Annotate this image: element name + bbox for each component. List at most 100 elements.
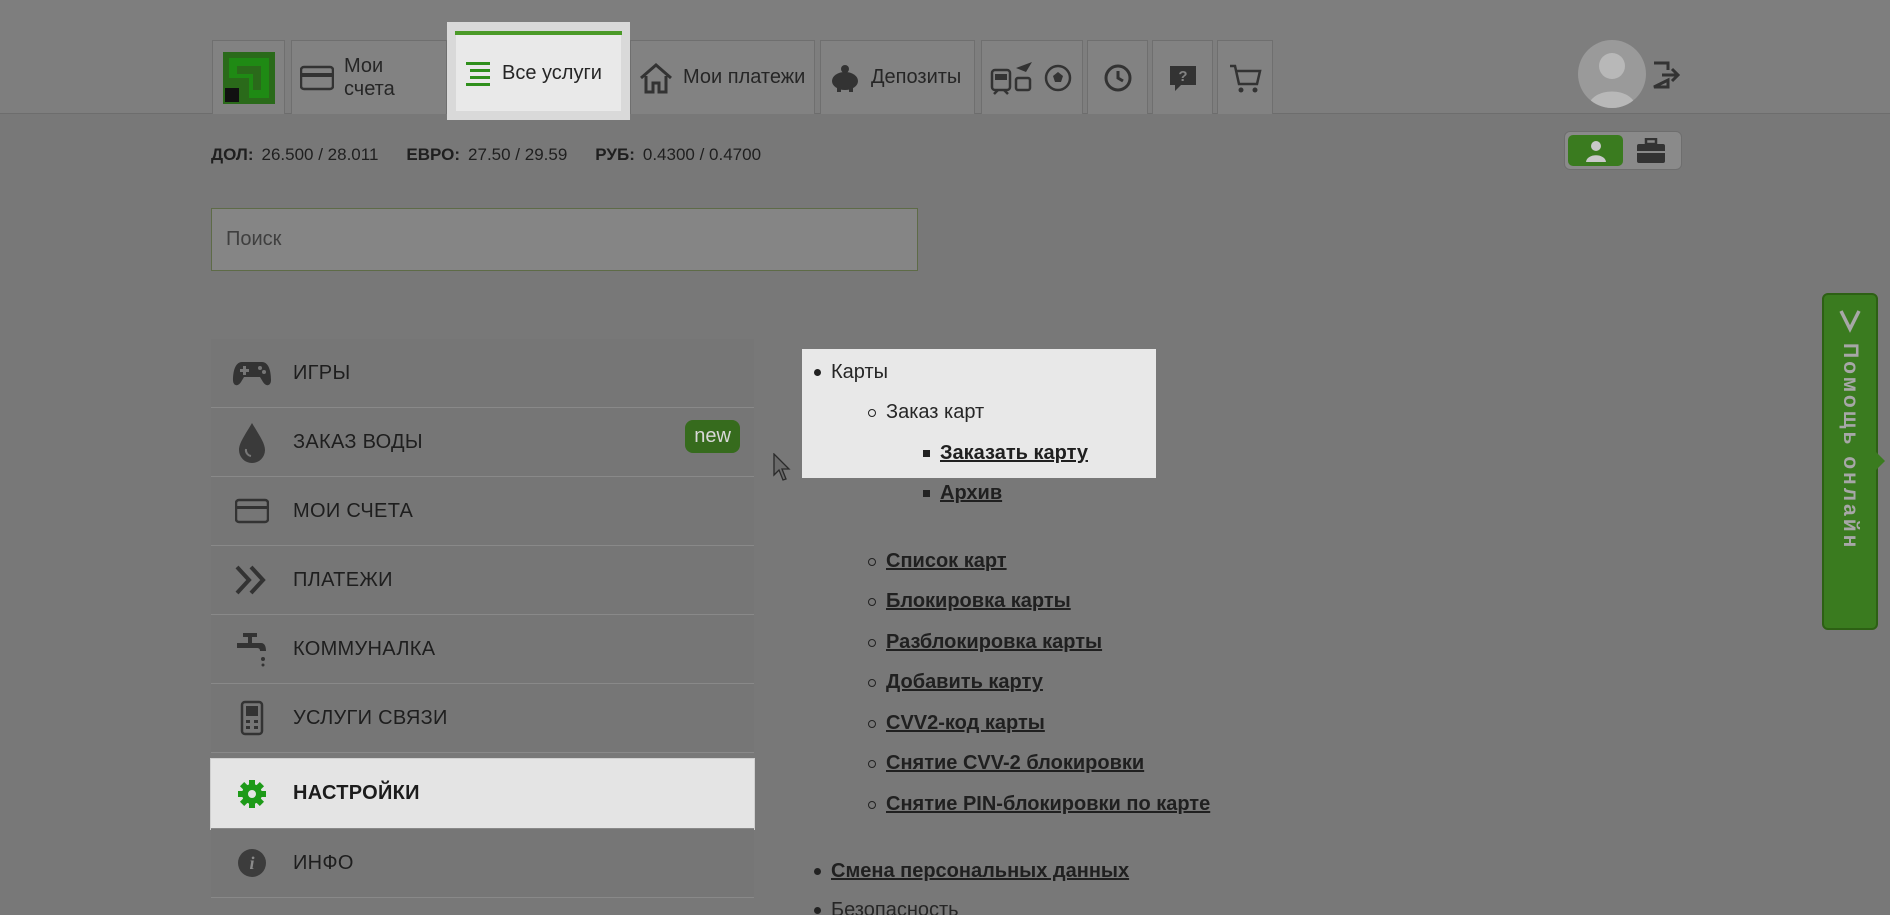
rub-value: 0.4300 / 0.4700 — [642, 145, 762, 164]
tab-label: Мои платежи — [683, 66, 806, 88]
bullet — [868, 408, 876, 417]
card-icon — [235, 498, 269, 524]
tree-item-pin-unblock: Снятие PIN-блокировки по карте — [868, 793, 1210, 816]
tree-label: Карты — [831, 361, 888, 383]
user-silhouette-icon — [1588, 53, 1636, 108]
sidebar-item-info[interactable]: i ИНФО — [211, 829, 754, 898]
sidebar-item-label: ПЛАТЕЖИ — [293, 568, 393, 591]
business-mode-button[interactable] — [1623, 135, 1678, 166]
bullet — [814, 369, 821, 376]
bullet — [923, 450, 930, 457]
tree-label: Заказ карт — [886, 401, 985, 423]
tab-history[interactable] — [1087, 40, 1148, 114]
sidebar-item-label: КОММУНАЛКА — [293, 637, 436, 660]
tree-item-card-list: Список карт — [868, 550, 1007, 573]
archive-link[interactable]: Архив — [940, 482, 1002, 505]
sidebar-item-label: ИГРЫ — [293, 361, 351, 384]
cvv2-code-link[interactable]: CVV2-код карты — [886, 712, 1045, 735]
bullet — [868, 800, 876, 809]
tab-label: Все услуги — [502, 61, 602, 84]
sidebar-item-label: НАСТРОЙКИ — [293, 782, 420, 804]
search-input[interactable] — [211, 208, 918, 271]
cvv2-unblock-link[interactable]: Снятие CVV-2 блокировки — [886, 752, 1144, 775]
briefcase-icon — [1636, 137, 1665, 163]
house-icon — [640, 62, 672, 93]
help-label: Помощь онлайн — [1839, 343, 1862, 551]
question-bubble-icon: ? — [1169, 65, 1196, 91]
info-icon: i — [238, 849, 266, 877]
card-icon — [300, 65, 334, 90]
order-card-link[interactable]: Заказать карту — [940, 442, 1088, 465]
sidebar-item-settings[interactable]: НАСТРОЙКИ — [211, 759, 754, 829]
ball-icon — [1044, 64, 1072, 91]
bullet — [814, 907, 821, 914]
gamepad-icon — [233, 362, 271, 386]
add-card-link[interactable]: Добавить карту — [886, 671, 1043, 694]
exchange-rates: ДОЛ: 26.500 / 28.011 ЕВРО: 27.50 / 29.59… — [211, 145, 781, 165]
bullet — [868, 759, 876, 768]
tree-item-security: Безопасность — [814, 899, 959, 915]
sidebar-item-games[interactable]: ИГРЫ — [211, 339, 754, 408]
online-help-tab[interactable]: Помощь онлайн — [1822, 293, 1885, 630]
sidebar-item-label: УСЛУГИ СВЯЗИ — [293, 706, 448, 729]
person-icon — [1585, 140, 1606, 162]
personal-data-link[interactable]: Смена персональных данных — [831, 860, 1129, 883]
tab-travel-entertainment[interactable] — [981, 40, 1083, 114]
bullet — [868, 638, 876, 647]
sidebar-item-water-order[interactable]: ЗАКАЗ ВОДЫ new — [211, 408, 754, 477]
personal-mode-button[interactable] — [1568, 135, 1623, 166]
services-sidebar: ИГРЫ ЗАКАЗ ВОДЫ new МОИ СЧЕТА ПЛАТЕЖИ КО… — [211, 339, 754, 898]
phone-icon — [240, 700, 264, 736]
tab-my-payments[interactable]: Мои платежи — [630, 40, 815, 114]
sidebar-item-my-accounts[interactable]: МОИ СЧЕТА — [211, 477, 754, 546]
bank-logo[interactable] — [212, 40, 285, 114]
tree-item-cards: Карты — [814, 361, 888, 384]
eur-label: ЕВРО: — [406, 145, 461, 164]
sidebar-item-payments[interactable]: ПЛАТЕЖИ — [211, 546, 754, 615]
sidebar-item-communication[interactable]: УСЛУГИ СВЯЗИ — [211, 684, 754, 753]
tree-item-block-card: Блокировка карты — [868, 590, 1071, 613]
new-badge: new — [685, 420, 740, 453]
rub-label: РУБ: — [595, 145, 635, 164]
train-plane-icon — [990, 61, 1032, 95]
tab-help[interactable]: ? — [1152, 40, 1213, 114]
gear-icon — [238, 779, 266, 808]
sidebar-item-utilities[interactable]: КОММУНАЛКА — [211, 615, 754, 684]
eur-value: 27.50 / 29.59 — [468, 145, 568, 164]
user-avatar[interactable] — [1578, 40, 1646, 108]
mouse-cursor-icon — [773, 453, 791, 481]
sidebar-item-label: ЗАКАЗ ВОДЫ — [293, 430, 423, 453]
usd-label: ДОЛ: — [211, 145, 254, 164]
bullet — [868, 678, 876, 687]
bullet — [868, 557, 876, 566]
sidebar-item-label: ИНФО — [293, 851, 354, 874]
card-list-link[interactable]: Список карт — [886, 550, 1007, 573]
cart-icon — [1230, 64, 1262, 92]
tree-item-order-cards: Заказ карт — [868, 401, 984, 424]
bullet — [868, 597, 876, 606]
tree-item-cvv2-unblock: Снятие CVV-2 блокировки — [868, 752, 1144, 775]
tab-label: Депозиты — [871, 66, 962, 88]
logout-button[interactable] — [1650, 60, 1681, 95]
water-drop-icon — [239, 423, 265, 463]
tree-item-cvv2-code: CVV2-код карты — [868, 712, 1045, 735]
block-card-link[interactable]: Блокировка карты — [886, 590, 1071, 613]
pin-unblock-link[interactable]: Снятие PIN-блокировки по карте — [886, 793, 1210, 816]
bullet — [923, 490, 930, 497]
tab-my-accounts[interactable]: Мои счета — [291, 40, 447, 114]
top-navigation-bar: Мои счета Все услуги Мои платежи Депозит… — [0, 0, 1890, 120]
sidebar-item-label: МОИ СЧЕТА — [293, 499, 414, 522]
tab-deposits[interactable]: Депозиты — [820, 40, 975, 114]
piggy-bank-icon — [832, 64, 858, 92]
tree-item-unblock-card: Разблокировка карты — [868, 631, 1102, 654]
tree-item-add-card: Добавить карту — [868, 671, 1043, 694]
unblock-card-link[interactable]: Разблокировка карты — [886, 631, 1102, 654]
tab-all-services[interactable]: Все услуги — [447, 22, 630, 120]
tree-item-archive: Архив — [923, 482, 1002, 505]
bullet — [868, 719, 876, 728]
tab-shop[interactable] — [1217, 40, 1273, 114]
logo-icon — [222, 51, 275, 104]
tree-item-personal-data: Смена персональных данных — [814, 860, 1129, 883]
clock-refresh-icon — [1104, 64, 1131, 91]
chevron-up-icon — [1839, 310, 1861, 333]
